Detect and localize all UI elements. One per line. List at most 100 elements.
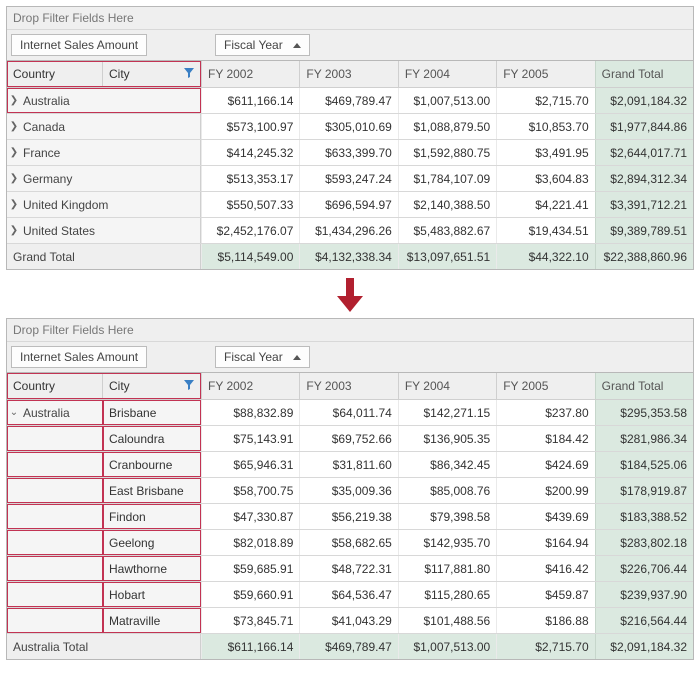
col-pill-fiscal-year[interactable]: Fiscal Year [215, 34, 310, 56]
filter-icon[interactable] [184, 67, 194, 81]
row-label[interactable]: ❯Australia [7, 88, 201, 113]
pill-label: Fiscal Year [224, 350, 283, 364]
row-label[interactable]: ❯Germany [7, 166, 201, 191]
data-cell: $424.69 [496, 452, 594, 477]
row-label[interactable]: ❯France [7, 140, 201, 165]
data-cell: $186.88 [496, 608, 594, 633]
city-cell[interactable]: East Brisbane [103, 478, 201, 503]
data-cell: $573,100.97 [201, 114, 299, 139]
expand-icon[interactable]: ❯ [7, 95, 21, 106]
row-label: Hobart [7, 582, 201, 607]
data-cell: $459.87 [496, 582, 594, 607]
data-cell: $2,894,312.34 [595, 166, 693, 191]
data-cell: $469,789.47 [299, 634, 397, 659]
country-label: United States [21, 224, 95, 238]
city-cell[interactable]: Hawthorne [103, 556, 201, 581]
data-cell: $19,434.51 [496, 218, 594, 243]
data-cell: $611,166.14 [201, 634, 299, 659]
data-pill-internet-sales[interactable]: Internet Sales Amount [11, 346, 147, 368]
data-cell: $416.42 [496, 556, 594, 581]
country-cell-spacer [7, 504, 103, 529]
country-cell-spacer [7, 426, 103, 451]
pill-label: City [109, 67, 130, 81]
col-header[interactable]: FY 2003 [299, 61, 397, 87]
country-label: Australia [21, 94, 70, 108]
city-cell[interactable]: Geelong [103, 530, 201, 555]
row-header-block: Country City [7, 373, 201, 399]
col-header[interactable]: FY 2004 [398, 61, 496, 87]
filter-drop-area[interactable]: Drop Filter Fields Here [7, 319, 693, 342]
expand-icon[interactable]: ❯ [7, 147, 21, 158]
expand-icon[interactable]: ❯ [7, 173, 21, 184]
country-cell[interactable]: ⌄Australia [7, 400, 103, 425]
expand-icon[interactable]: ❯ [7, 121, 21, 132]
data-cell: $58,700.75 [201, 478, 299, 503]
row-label: ⌄AustraliaBrisbane [7, 400, 201, 425]
data-cell: $2,140,388.50 [398, 192, 496, 217]
col-header[interactable]: FY 2005 [496, 61, 594, 87]
col-pill-fiscal-year[interactable]: Fiscal Year [215, 346, 310, 368]
data-cell: $469,789.47 [299, 88, 397, 113]
row-pill-city[interactable]: City [103, 373, 201, 399]
country-cell-spacer [7, 478, 103, 503]
data-cell: $22,388,860.96 [595, 244, 693, 269]
col-header[interactable]: FY 2003 [299, 373, 397, 399]
data-cell: $2,091,184.32 [595, 88, 693, 113]
data-cell: $184,525.06 [595, 452, 693, 477]
pill-label: Internet Sales Amount [20, 350, 138, 364]
data-cell: $3,491.95 [496, 140, 594, 165]
city-cell[interactable]: Brisbane [103, 400, 201, 425]
data-cell: $696,594.97 [299, 192, 397, 217]
filter-drop-area[interactable]: Drop Filter Fields Here [7, 7, 693, 30]
data-cell: $611,166.14 [201, 88, 299, 113]
expand-icon[interactable]: ❯ [7, 225, 21, 236]
row-label[interactable]: ❯United States [7, 218, 201, 243]
collapse-icon[interactable]: ⌄ [7, 407, 21, 418]
data-cell: $64,011.74 [299, 400, 397, 425]
data-cell: $439.69 [496, 504, 594, 529]
data-cell: $142,935.70 [398, 530, 496, 555]
expand-icon[interactable]: ❯ [7, 199, 21, 210]
data-cell: $85,008.76 [398, 478, 496, 503]
country-cell-spacer [7, 452, 103, 477]
table-row: ⌄AustraliaBrisbane$88,832.89$64,011.74$1… [7, 399, 693, 425]
data-cell: $1,007,513.00 [398, 88, 496, 113]
table-row: ❯United States$2,452,176.07$1,434,296.26… [7, 217, 693, 243]
pill-label: Country [13, 67, 55, 81]
city-cell[interactable]: Findon [103, 504, 201, 529]
data-cell: $4,221.41 [496, 192, 594, 217]
data-cell: $216,564.44 [595, 608, 693, 633]
table-row: ❯Australia$611,166.14$469,789.47$1,007,5… [7, 87, 693, 113]
row-label[interactable]: ❯Canada [7, 114, 201, 139]
row-label[interactable]: ❯United Kingdom [7, 192, 201, 217]
table-row: Caloundra$75,143.91$69,752.66$136,905.35… [7, 425, 693, 451]
city-cell[interactable]: Caloundra [103, 426, 201, 451]
data-cell: $142,271.15 [398, 400, 496, 425]
city-cell[interactable]: Cranbourne [103, 452, 201, 477]
data-cell: $1,088,879.50 [398, 114, 496, 139]
row-pill-country[interactable]: Country [7, 61, 103, 87]
col-header[interactable]: FY 2002 [201, 373, 299, 399]
data-cell: $82,018.89 [201, 530, 299, 555]
data-cell: $1,007,513.00 [398, 634, 496, 659]
col-header[interactable]: FY 2002 [201, 61, 299, 87]
col-header[interactable]: FY 2005 [496, 373, 594, 399]
filter-icon[interactable] [184, 379, 194, 393]
country-cell-spacer [7, 582, 103, 607]
row-header-block: Country City [7, 61, 201, 87]
pill-label: City [109, 379, 130, 393]
data-cell: $79,398.58 [398, 504, 496, 529]
row-pill-country[interactable]: Country [7, 373, 103, 399]
city-cell[interactable]: Matraville [103, 608, 201, 633]
row-pill-city[interactable]: City [103, 61, 201, 87]
table-row: Hobart$59,660.91$64,536.47$115,280.65$45… [7, 581, 693, 607]
table-row: East Brisbane$58,700.75$35,009.36$85,008… [7, 477, 693, 503]
data-cell: $56,219.38 [299, 504, 397, 529]
table-row: Geelong$82,018.89$58,682.65$142,935.70$1… [7, 529, 693, 555]
data-cell: $2,644,017.71 [595, 140, 693, 165]
data-pill-internet-sales[interactable]: Internet Sales Amount [11, 34, 147, 56]
row-label: East Brisbane [7, 478, 201, 503]
country-label: Canada [21, 120, 65, 134]
city-cell[interactable]: Hobart [103, 582, 201, 607]
col-header[interactable]: FY 2004 [398, 373, 496, 399]
